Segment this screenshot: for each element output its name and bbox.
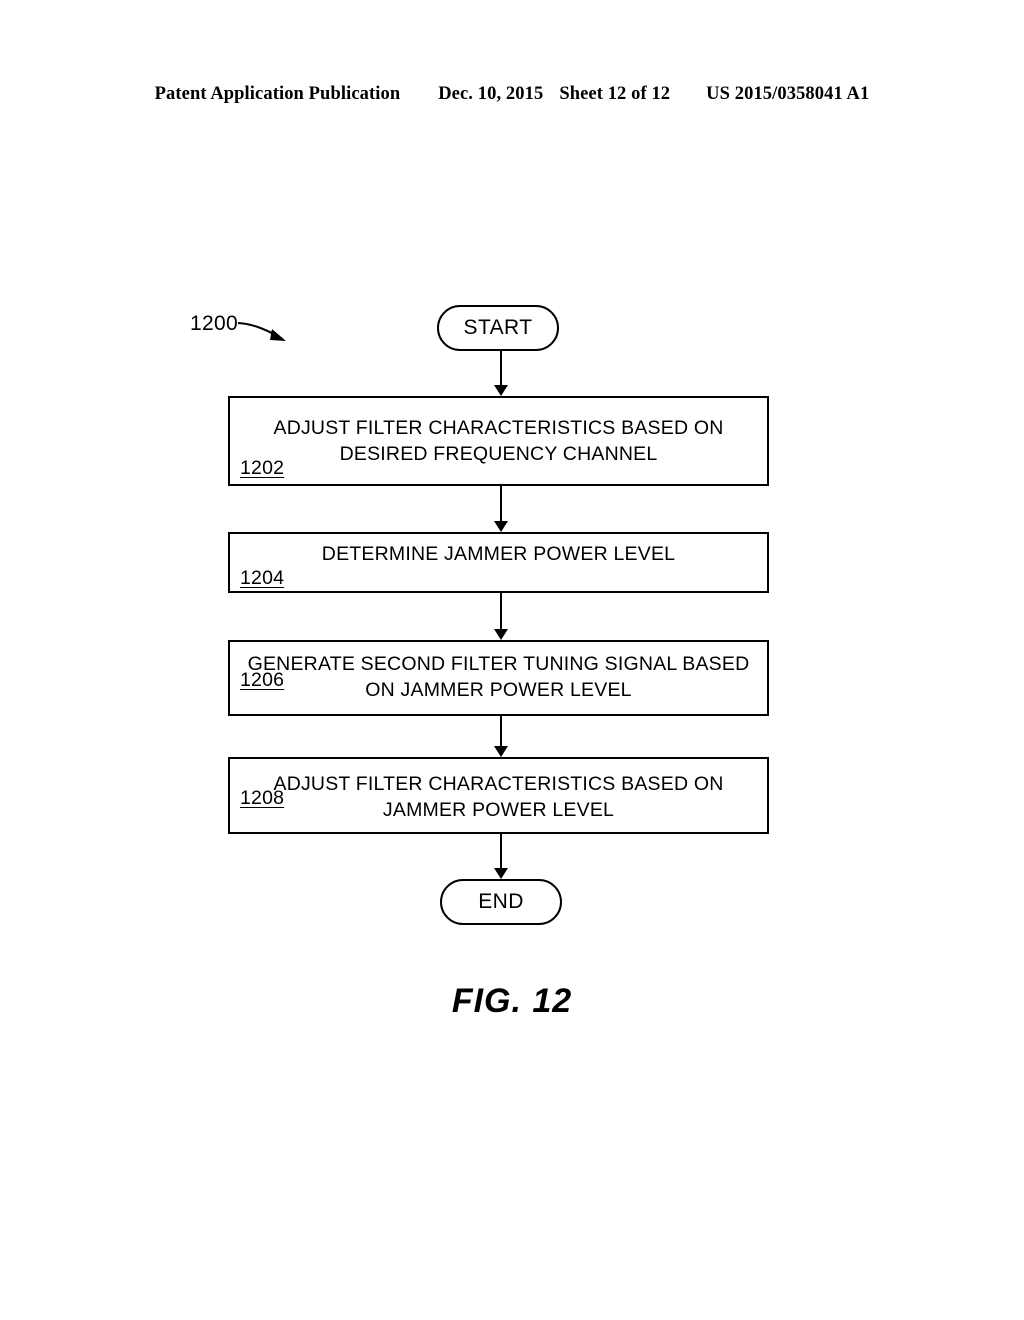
step-1206-ref: 1206	[240, 669, 285, 691]
flowchart-step-1206[interactable]: GENERATE SECOND FILTER TUNING SIGNAL BAS…	[228, 640, 769, 716]
connector-stem	[500, 351, 502, 386]
flowchart-step-1204[interactable]: DETERMINE JAMMER POWER LEVEL 1204	[228, 532, 769, 593]
node-start-label: START	[463, 316, 533, 339]
step-1204-ref: 1204	[240, 567, 285, 589]
connector-1202-to-1204	[494, 486, 508, 533]
figure-caption: FIG. 12	[451, 982, 573, 1020]
step-1206-text: GENERATE SECOND FILTER TUNING SIGNAL BAS…	[247, 653, 750, 701]
arrowhead-icon	[494, 868, 508, 879]
step-1208-ref: 1208	[240, 787, 285, 809]
figure-reference-leader-line	[237, 322, 286, 341]
node-end-label: END	[478, 890, 524, 913]
arrowhead-icon	[494, 385, 508, 396]
arrowhead-icon	[494, 521, 508, 532]
arrowhead-icon	[494, 746, 508, 757]
figure-reference-number: 1200	[190, 312, 238, 335]
connector-1204-to-1206	[494, 593, 508, 641]
connector-stem	[500, 834, 502, 869]
flowchart-node-end[interactable]: END	[440, 879, 562, 925]
flowchart-figure: 1200 START ADJUST FILTER CHARACTERISTICS…	[0, 0, 1024, 1320]
connector-stem	[500, 486, 502, 522]
flowchart-node-start[interactable]: START	[437, 305, 559, 351]
connector-stem	[500, 593, 502, 630]
flowchart-step-1208[interactable]: ADJUST FILTER CHARACTERISTICS BASED ON J…	[228, 757, 769, 834]
connector-1206-to-1208	[494, 716, 508, 758]
flowchart-step-1202[interactable]: ADJUST FILTER CHARACTERISTICS BASED ON D…	[228, 396, 769, 486]
step-1202-text: ADJUST FILTER CHARACTERISTICS BASED ON D…	[273, 417, 724, 465]
step-1202-ref: 1202	[240, 457, 285, 479]
arrowhead-icon	[494, 629, 508, 640]
connector-stem	[500, 716, 502, 747]
step-1208-text: ADJUST FILTER CHARACTERISTICS BASED ON J…	[273, 773, 724, 821]
connector-1208-to-end	[494, 834, 508, 880]
connector-start-to-1202	[494, 351, 508, 397]
step-1204-text: DETERMINE JAMMER POWER LEVEL	[321, 543, 676, 565]
